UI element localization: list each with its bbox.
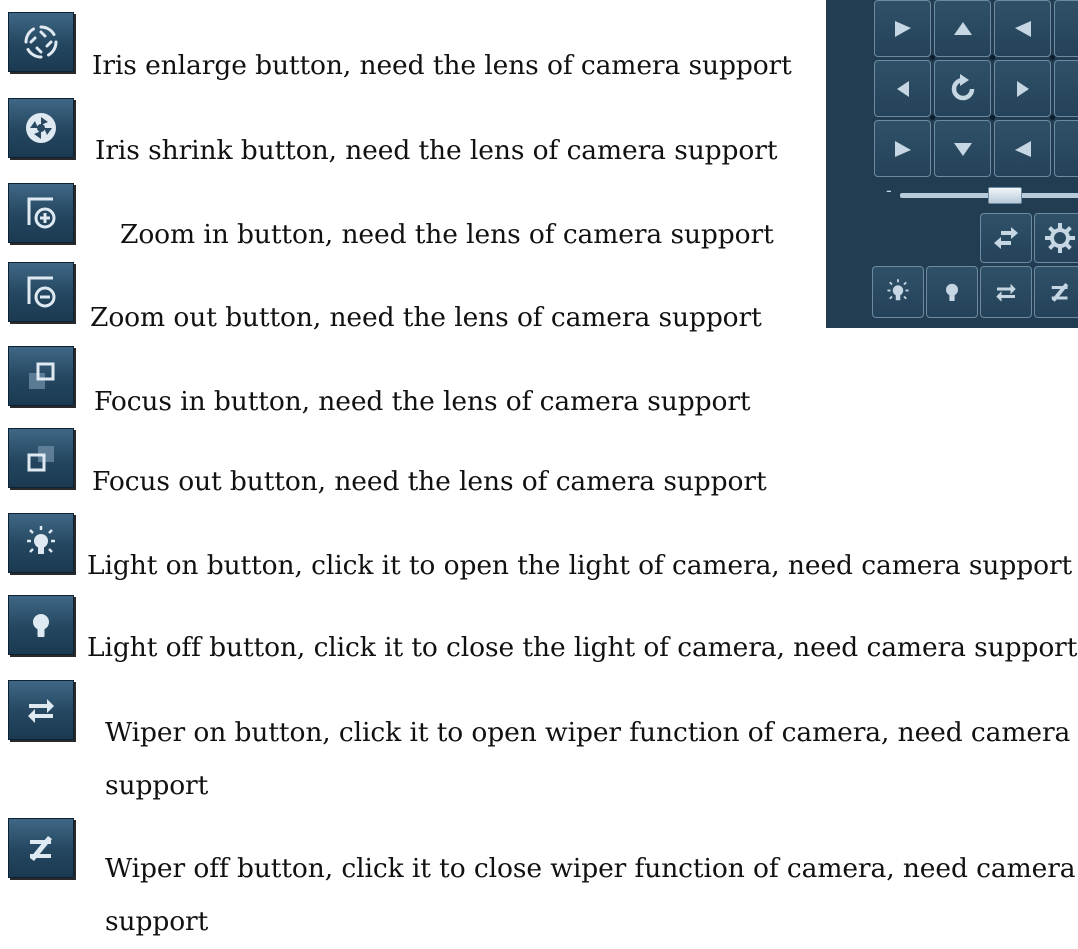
ptz-light-off-button[interactable] bbox=[926, 266, 978, 318]
wiper-off-icon bbox=[1051, 283, 1069, 302]
focus-out-description: Focus out button, need the lens of camer… bbox=[92, 466, 767, 497]
ptz-extra-button-c[interactable] bbox=[1054, 120, 1078, 177]
zoom-in-description: Zoom in button, need the lens of camera … bbox=[120, 219, 774, 250]
grid-joint bbox=[990, 55, 995, 60]
ptz-up-left-button[interactable] bbox=[874, 0, 931, 57]
wiper-off-description: Wiper off button, click it to close wipe… bbox=[105, 853, 1076, 884]
ptz-wiper-on-button[interactable] bbox=[980, 266, 1032, 318]
wiper-off-tile bbox=[8, 818, 74, 878]
ptz-control-panel: - bbox=[826, 0, 1078, 328]
ptz-up-button[interactable] bbox=[934, 0, 991, 57]
zoom-slider-thumb[interactable] bbox=[987, 187, 1022, 204]
arrow-down-left-icon bbox=[1014, 20, 1031, 37]
light-on-tile bbox=[8, 513, 74, 573]
focus-in-tile bbox=[8, 346, 74, 406]
focus-out-tile bbox=[8, 428, 74, 488]
wiper-off-description-cont: support bbox=[105, 906, 209, 937]
light-on-icon bbox=[27, 526, 55, 554]
iris-shrink-description: Iris shrink button, need the lens of cam… bbox=[95, 135, 778, 166]
wiper-on-tile bbox=[8, 680, 74, 740]
light-off-tile bbox=[8, 595, 74, 655]
arrow-up-icon bbox=[953, 21, 972, 35]
ptz-down-left-button[interactable] bbox=[874, 120, 931, 177]
wiper-on-icon bbox=[28, 699, 54, 723]
zoom-minus-label: - bbox=[886, 181, 892, 200]
swap-arrows-icon bbox=[994, 227, 1018, 249]
arrow-down-right-icon bbox=[894, 20, 911, 37]
focus-in-description: Focus in button, need the lens of camera… bbox=[94, 386, 751, 417]
arrow-up-left-icon bbox=[1014, 140, 1031, 157]
zoom-out-icon bbox=[27, 276, 56, 308]
iris-enlarge-tile bbox=[8, 12, 74, 72]
ptz-settings-button[interactable] bbox=[1034, 213, 1078, 263]
zoom-in-icon bbox=[27, 197, 56, 229]
ptz-extra-button-a[interactable] bbox=[1054, 0, 1078, 57]
gear-icon bbox=[1045, 223, 1075, 253]
grid-joint bbox=[930, 115, 935, 120]
iris-enlarge-description: Iris enlarge button, need the lens of ca… bbox=[92, 50, 792, 81]
focus-out-icon bbox=[27, 446, 54, 472]
grid-joint bbox=[930, 55, 935, 60]
arrow-down-icon bbox=[953, 142, 972, 156]
focus-in-icon bbox=[29, 362, 55, 389]
light-off-description: Light off button, click it to close the … bbox=[87, 632, 1078, 663]
wiper-on-description-cont: support bbox=[105, 770, 209, 801]
ptz-up-right-button[interactable] bbox=[994, 0, 1051, 57]
light-on-icon bbox=[887, 279, 909, 301]
ptz-right-button[interactable] bbox=[994, 60, 1051, 117]
ptz-wiper-off-button[interactable] bbox=[1034, 266, 1078, 318]
ptz-light-on-button[interactable] bbox=[872, 266, 924, 318]
wiper-on-icon bbox=[996, 283, 1016, 302]
iris-shrink-icon bbox=[26, 113, 56, 143]
grid-joint bbox=[990, 115, 995, 120]
refresh-icon bbox=[951, 73, 974, 100]
grid-joint bbox=[1050, 115, 1055, 120]
arrow-left-icon bbox=[896, 80, 909, 97]
grid-joint bbox=[1050, 55, 1055, 60]
arrow-right-icon bbox=[1016, 80, 1029, 97]
ptz-swap-button[interactable] bbox=[980, 213, 1032, 263]
light-on-description: Light on button, click it to open the li… bbox=[87, 550, 1073, 581]
wiper-on-description: Wiper on button, click it to open wiper … bbox=[105, 717, 1071, 748]
zoom-in-tile bbox=[8, 183, 74, 243]
iris-shrink-tile bbox=[8, 98, 74, 158]
ptz-extra-button-b[interactable] bbox=[1054, 60, 1078, 117]
ptz-reset-button[interactable] bbox=[934, 60, 991, 117]
zoom-out-tile bbox=[8, 262, 74, 322]
ptz-down-button[interactable] bbox=[934, 120, 991, 177]
wiper-off-icon bbox=[30, 836, 52, 861]
arrow-up-right-icon bbox=[894, 140, 911, 157]
zoom-out-description: Zoom out button, need the lens of camera… bbox=[90, 302, 762, 333]
light-off-icon bbox=[33, 614, 49, 637]
ptz-down-right-button[interactable] bbox=[994, 120, 1051, 177]
light-off-icon bbox=[946, 283, 958, 301]
ptz-left-button[interactable] bbox=[874, 60, 931, 117]
iris-enlarge-icon bbox=[24, 25, 58, 59]
